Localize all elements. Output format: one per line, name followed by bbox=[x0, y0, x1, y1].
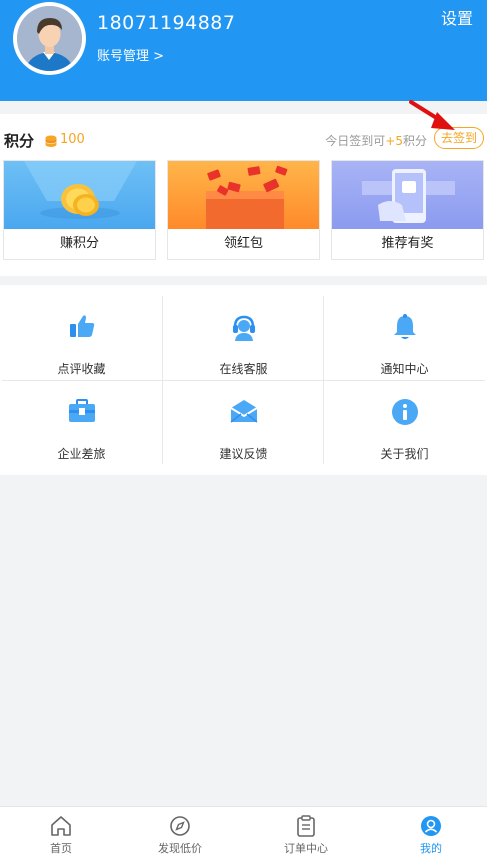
grid-item-reviews-favorites[interactable]: 点评收藏 bbox=[1, 296, 162, 380]
grid-item-business-travel[interactable]: 企业差旅 bbox=[1, 381, 162, 465]
grid-item-label: 点评收藏 bbox=[57, 362, 106, 376]
grid-item-notification-center[interactable]: 通知中心 bbox=[324, 296, 485, 380]
mail-icon bbox=[229, 398, 259, 428]
phone-number: 18071194887 bbox=[97, 12, 236, 34]
user-icon bbox=[420, 815, 442, 841]
tab-label: 首页 bbox=[50, 842, 72, 855]
checkin-bonus: +5 bbox=[385, 134, 403, 148]
grid-item-label: 建议反馈 bbox=[219, 447, 268, 461]
coin-icon bbox=[45, 133, 57, 152]
briefcase-icon bbox=[67, 398, 97, 428]
points-value: 100 bbox=[60, 132, 85, 147]
earn-points-image bbox=[4, 161, 155, 229]
grid-item-about-us[interactable]: 关于我们 bbox=[324, 381, 485, 465]
grid-item-label: 企业差旅 bbox=[57, 447, 106, 461]
points-cards: 赚积分 领红包 推荐有奖 bbox=[3, 160, 485, 260]
headset-icon bbox=[230, 313, 258, 345]
bell-icon bbox=[392, 313, 418, 345]
referral-reward-image bbox=[332, 161, 483, 229]
account-management-link[interactable]: 账号管理 > bbox=[97, 45, 164, 64]
tab-home[interactable]: 首页 bbox=[0, 807, 122, 856]
tab-discover-deals[interactable]: 发现低价 bbox=[119, 807, 241, 856]
info-icon bbox=[391, 398, 419, 430]
grid-item-online-service[interactable]: 在线客服 bbox=[163, 296, 324, 380]
avatar[interactable] bbox=[13, 2, 86, 75]
grid-item-label: 关于我们 bbox=[380, 447, 429, 461]
tab-label: 发现低价 bbox=[158, 842, 202, 855]
red-arrow-annotation-icon bbox=[409, 100, 459, 138]
grid-item-label: 在线客服 bbox=[219, 362, 268, 376]
function-grid: 点评收藏 在线客服 通知中心 企业差旅 建议反馈 关于我们 bbox=[0, 285, 487, 475]
earn-points-label: 赚积分 bbox=[59, 236, 99, 251]
home-icon bbox=[50, 815, 72, 841]
earn-points-card[interactable]: 赚积分 bbox=[3, 160, 156, 260]
points-section: 积分 100 今日签到可+5积分 去签到 赚积分 领红包 推荐有奖 bbox=[0, 100, 487, 276]
avatar-image bbox=[17, 6, 82, 71]
points-title: 积分 bbox=[4, 132, 35, 150]
tab-label: 订单中心 bbox=[284, 842, 328, 855]
grid-item-feedback[interactable]: 建议反馈 bbox=[163, 381, 324, 465]
checkin-hint-prefix: 今日签到可 bbox=[325, 134, 386, 148]
red-packet-label: 领红包 bbox=[223, 236, 263, 251]
settings-button[interactable]: 设置 bbox=[441, 5, 473, 29]
profile-header: 18071194887 账号管理 > 设置 bbox=[0, 0, 487, 101]
tab-order-center[interactable]: 订单中心 bbox=[245, 807, 367, 856]
tab-mine[interactable]: 我的 bbox=[370, 807, 487, 856]
referral-reward-card[interactable]: 推荐有奖 bbox=[331, 160, 484, 260]
bottom-tab-bar: 首页 发现低价 订单中心 我的 bbox=[0, 806, 487, 856]
grid-item-label: 通知中心 bbox=[380, 362, 429, 376]
referral-reward-label: 推荐有奖 bbox=[381, 236, 434, 251]
red-packet-card[interactable]: 领红包 bbox=[167, 160, 320, 260]
compass-icon bbox=[169, 815, 191, 841]
tab-label: 我的 bbox=[420, 842, 442, 855]
thumbs-up-icon bbox=[68, 313, 96, 343]
clipboard-icon bbox=[295, 815, 317, 841]
red-packet-image bbox=[168, 161, 319, 229]
